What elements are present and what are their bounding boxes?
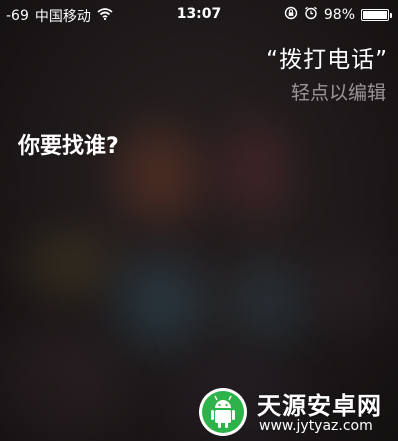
android-logo-icon [199, 388, 247, 436]
alarm-icon [304, 6, 318, 24]
battery-icon [361, 9, 392, 21]
battery-percent: 98% [323, 7, 355, 23]
user-query[interactable]: “拨打电话” [266, 40, 388, 74]
rotation-lock-icon [284, 6, 298, 24]
siri-response: 你要找谁? [18, 134, 119, 159]
battery-fill [363, 11, 387, 19]
watermark: 天源安卓网 www.jytyaz.com [195, 382, 395, 440]
watermark-url: www.jytyaz.com [259, 418, 373, 434]
siri-screen: -69 中国移动 13:07 98% “拨打电话” 轻点以编辑 你要找谁? 天源… [0, 0, 398, 441]
status-bar: -69 中国移动 13:07 98% [0, 0, 398, 28]
tap-to-edit-hint[interactable]: 轻点以编辑 [291, 78, 386, 105]
watermark-site-name: 天源安卓网 [257, 392, 382, 420]
